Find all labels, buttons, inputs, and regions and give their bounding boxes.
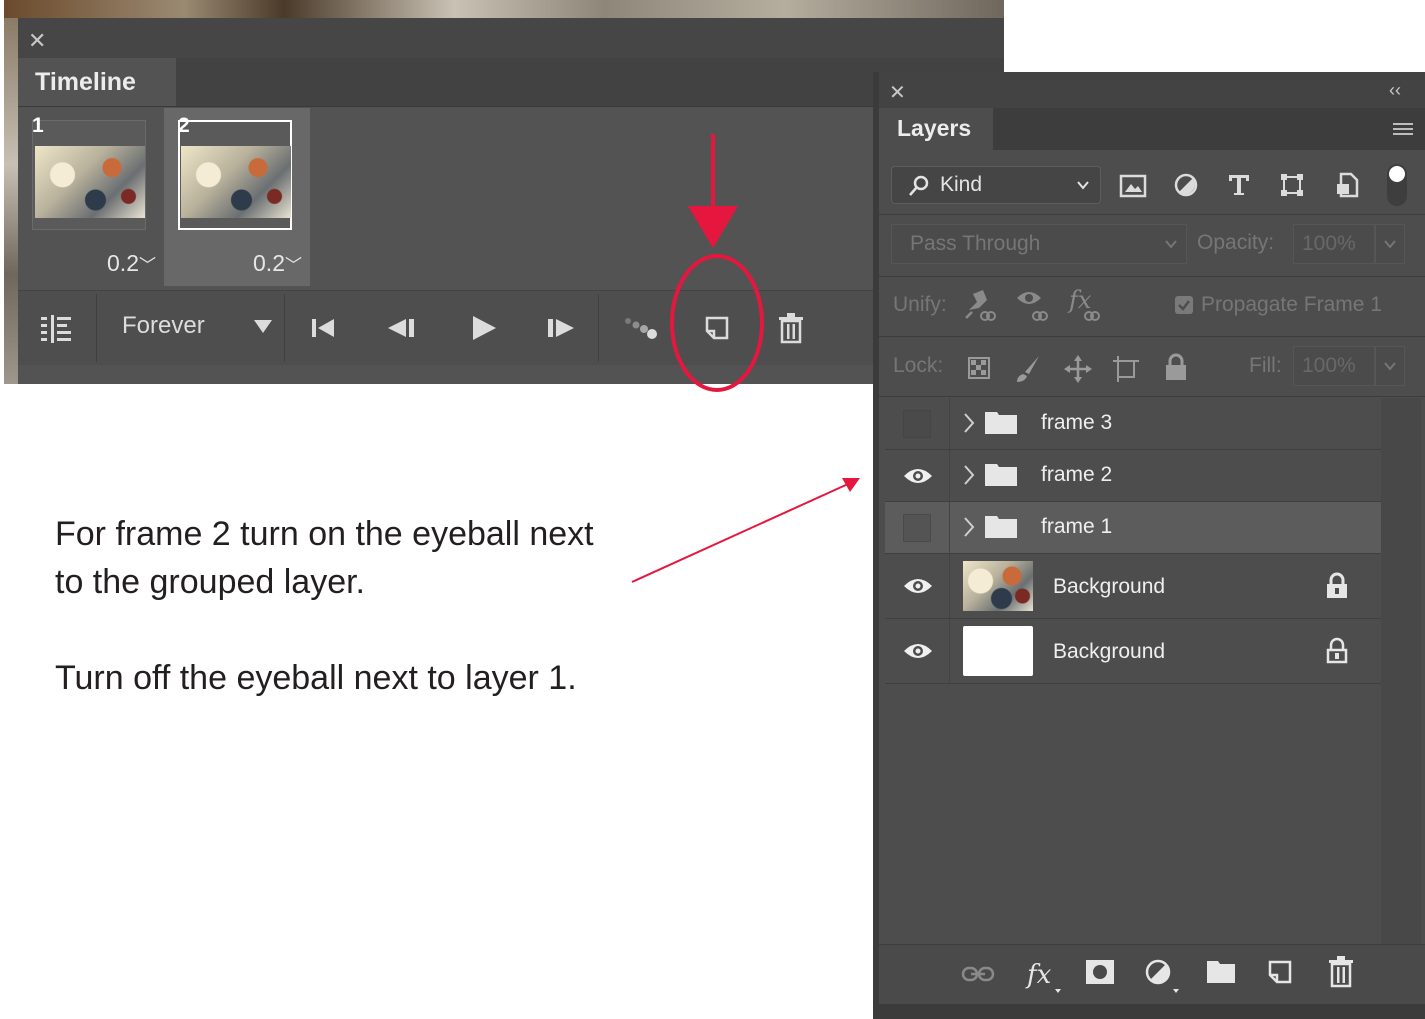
frame-number: 2 xyxy=(178,114,190,137)
frame-number: 1 xyxy=(32,114,44,137)
pointer-arrow-annotation xyxy=(631,483,849,583)
instruction-text-2: Turn off the eyeball next to layer 1. xyxy=(55,659,577,697)
highlight-circle-annotation xyxy=(670,254,764,392)
instruction-text-1: For frame 2 turn on the eyeball next to t… xyxy=(55,515,594,601)
